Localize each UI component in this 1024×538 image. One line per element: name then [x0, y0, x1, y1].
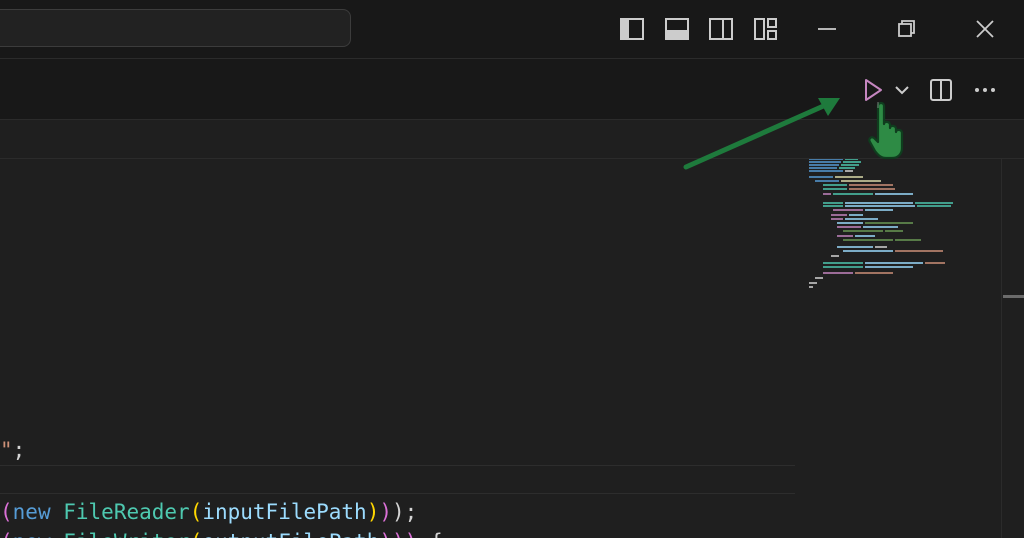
- code-line[interactable]: (new FileReader(inputFilePath)));: [0, 499, 417, 525]
- code-token: new: [12, 500, 51, 524]
- code-token: (: [0, 500, 13, 524]
- code-line[interactable]: (new FileWriter(outputFilePath))) {: [0, 529, 443, 538]
- split-editor-icon[interactable]: [928, 77, 954, 103]
- code-token: ): [366, 500, 380, 524]
- code-token: {: [417, 530, 443, 538]
- close-icon[interactable]: [970, 14, 1000, 44]
- more-actions-icon[interactable]: [972, 77, 998, 103]
- code-line[interactable]: ";: [0, 437, 25, 463]
- vertical-scrollbar[interactable]: [1001, 159, 1024, 538]
- run-icon[interactable]: [860, 77, 886, 103]
- code-token: (: [189, 500, 203, 524]
- toggle-primary-sidebar-icon[interactable]: [619, 16, 645, 42]
- minimize-icon[interactable]: [812, 14, 842, 44]
- code-token: ))): [379, 530, 417, 538]
- vscode-window: "; (new FileReader(inputFilePath))); (ne…: [0, 0, 1024, 538]
- customize-layout-icon[interactable]: [753, 16, 779, 42]
- code-token: ): [379, 500, 393, 524]
- code-token: (: [190, 530, 203, 538]
- restore-icon[interactable]: [891, 14, 921, 44]
- code-token: new: [13, 530, 51, 538]
- code-token: ;: [12, 438, 26, 462]
- command-center-search[interactable]: [0, 9, 351, 47]
- breadcrumbs-bar: [0, 120, 1024, 159]
- code-token: inputFilePath: [202, 500, 367, 524]
- minimap[interactable]: [803, 159, 1003, 299]
- code-token: FileReader: [63, 500, 190, 524]
- line-highlight-bottom: [0, 493, 795, 494]
- code-token: outputFilePath: [202, 530, 379, 538]
- line-highlight-top: [0, 465, 795, 466]
- toggle-panel-icon[interactable]: [664, 16, 690, 42]
- toggle-secondary-sidebar-icon[interactable]: [708, 16, 734, 42]
- editor-tab-bar: [0, 59, 1024, 120]
- code-token: );: [392, 500, 418, 524]
- title-bar: [0, 0, 1024, 59]
- code-token: FileWriter: [63, 530, 189, 538]
- scrollbar-thumb[interactable]: [1003, 295, 1024, 298]
- run-dropdown-chevron-icon[interactable]: [889, 77, 915, 103]
- code-token: ": [0, 438, 13, 462]
- code-token: (: [0, 530, 13, 538]
